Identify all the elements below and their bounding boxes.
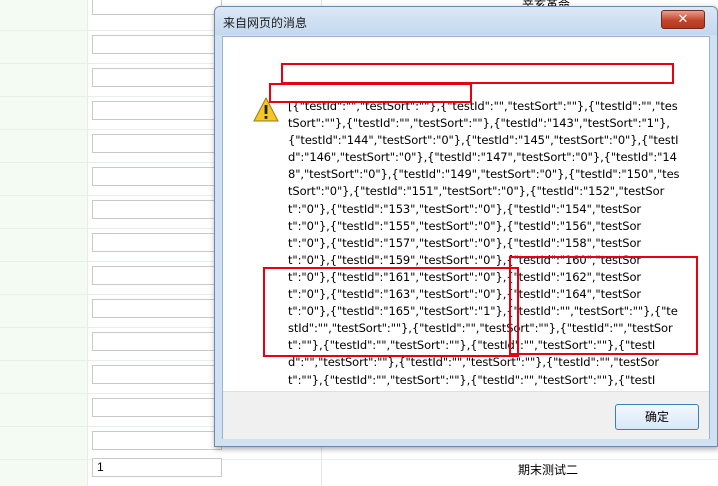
dialog-title: 来自网页的消息 — [223, 16, 308, 30]
dialog-titlebar[interactable]: 来自网页的消息 ✕ — [215, 7, 717, 35]
row-input[interactable] — [92, 0, 222, 15]
row-input[interactable] — [92, 332, 222, 351]
row-input[interactable] — [92, 398, 222, 417]
highlight-box — [509, 256, 698, 355]
row-input[interactable] — [92, 101, 222, 120]
highlight-box — [281, 63, 674, 84]
row-input[interactable] — [92, 134, 222, 153]
close-button[interactable]: ✕ — [661, 10, 705, 29]
row-title: 期末测试二 — [518, 463, 579, 477]
ok-button[interactable]: 确定 — [615, 404, 699, 430]
row-input[interactable] — [92, 365, 222, 384]
row-input[interactable] — [92, 266, 222, 285]
highlight-box — [263, 267, 519, 357]
row-input[interactable] — [92, 68, 222, 87]
row-input[interactable] — [92, 431, 222, 450]
dialog-button-bar: 确定 — [223, 391, 709, 439]
row-input[interactable] — [92, 35, 222, 54]
row-input[interactable] — [92, 200, 222, 219]
highlight-box — [269, 83, 472, 103]
row-input[interactable] — [92, 233, 222, 252]
row-input[interactable]: 1 — [92, 458, 222, 477]
row-input[interactable] — [92, 167, 222, 186]
row-input[interactable] — [92, 299, 222, 318]
